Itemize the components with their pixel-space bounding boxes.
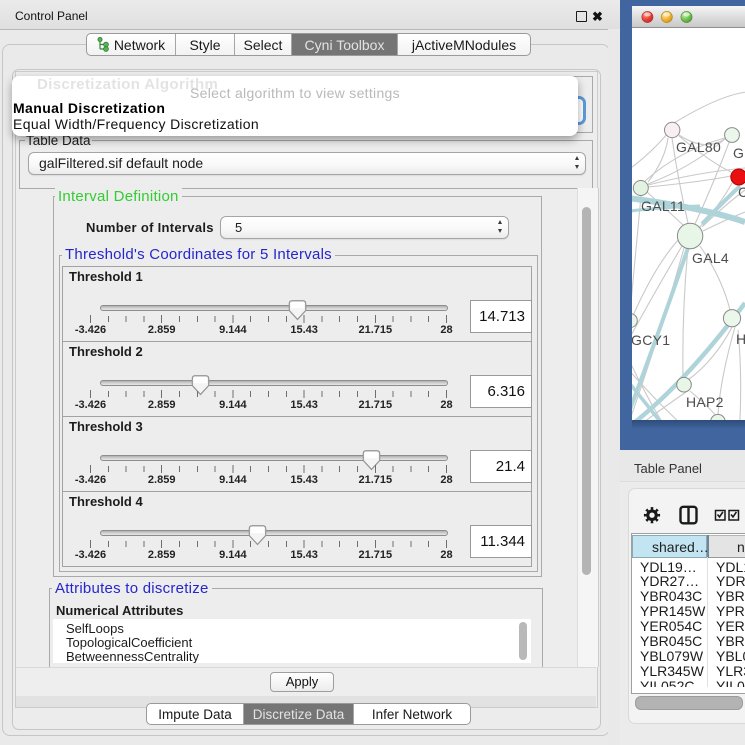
svg-text:GAL4: GAL4 (692, 250, 729, 266)
svg-text:H: H (736, 331, 745, 347)
svg-text:GAL11: GAL11 (641, 198, 685, 214)
svg-text:C: C (738, 184, 745, 200)
svg-text:HAP2: HAP2 (686, 394, 724, 410)
svg-text:GAL80: GAL80 (676, 139, 721, 155)
svg-text:G.: G. (733, 145, 745, 161)
svg-text:GCY1: GCY1 (631, 332, 670, 348)
